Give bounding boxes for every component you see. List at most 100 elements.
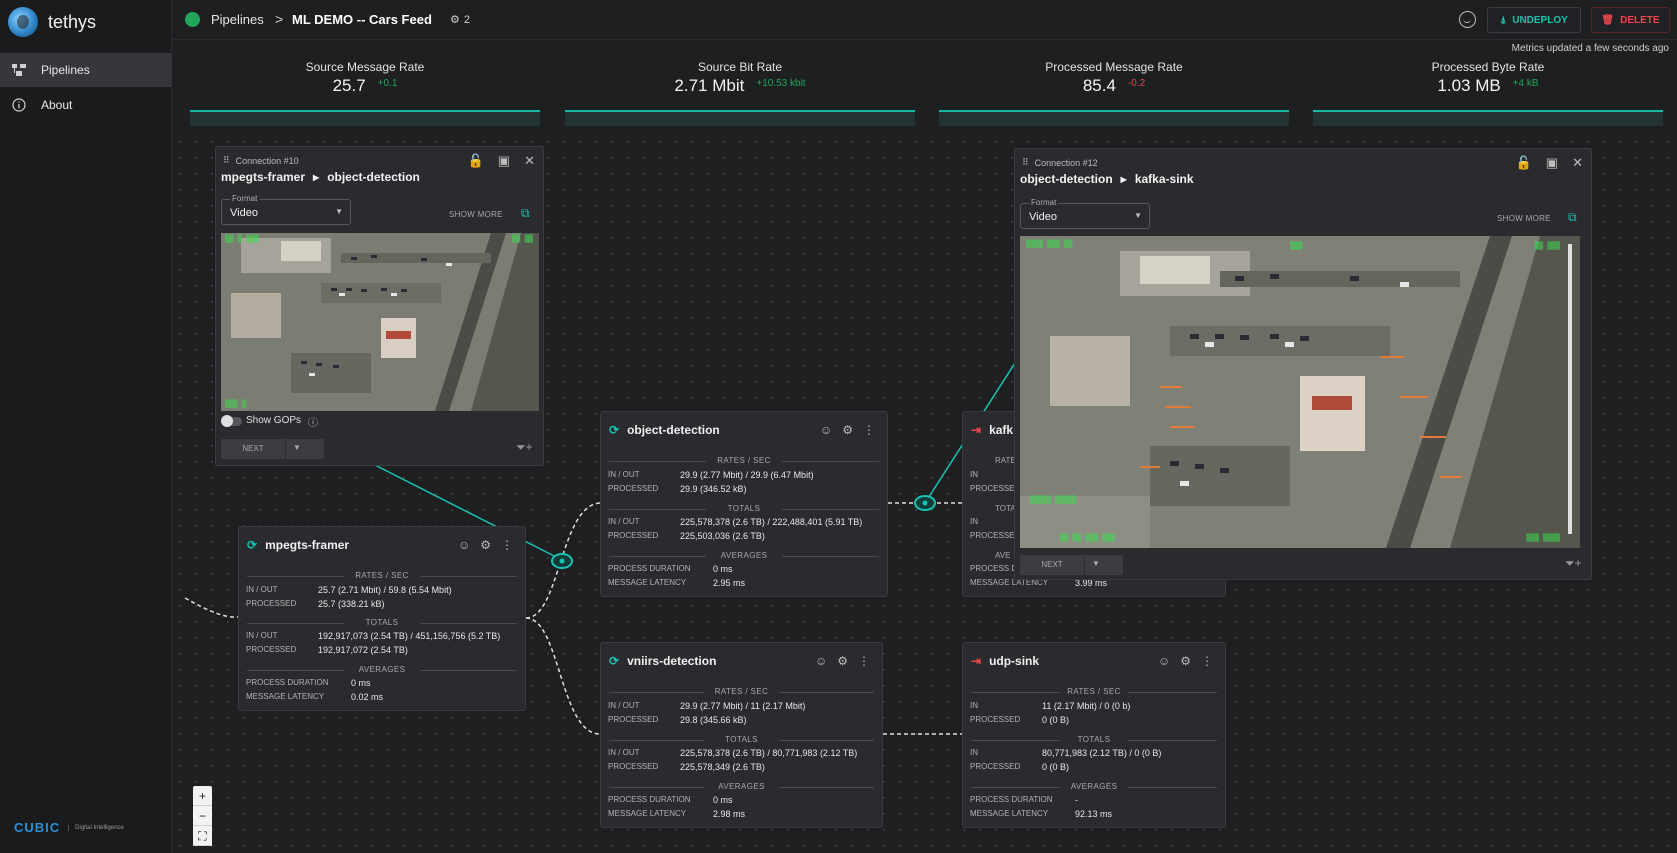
row-process-duration: PROCESS DURATION 0 ms [608,564,881,574]
more-vert-icon[interactable]: ⋮ [863,423,875,437]
more-vert-icon[interactable]: ⋮ [1201,654,1213,668]
row-key: PROCESSED [246,599,297,608]
row-key: IN / OUT [246,585,278,594]
row-in-out: IN / OUT 192,917,073 (2.54 TB) / 451,156,… [246,631,519,641]
metric-label: Source Message Rate [305,60,425,74]
filter-add-icon[interactable]: ⏷+ [1565,556,1582,571]
show-gops-toggle[interactable] [221,415,242,427]
breadcrumb-pipelines[interactable]: Pipelines [211,12,264,27]
more-vert-icon[interactable]: ⋮ [501,538,513,552]
row-in-out: IN / OUT 29.9 (2.77 Mbit) / 29.9 (6.47 Mb… [608,470,881,480]
next-button[interactable]: NEXT ▼ [221,439,324,459]
undeploy-button[interactable]: ⍋ UNDEPLOY [1487,7,1581,33]
connection-route: mpegts-framer ▶ object-detection [221,170,420,184]
video-preview: ▒▒▒▒ ▒▒▒ ▒▒ ▒▒▒ ▒▒ ▒▒▒ ▒▒▒▒▒ ▒▒▒▒▒ ▒▒ ▒▒… [1020,236,1580,548]
row-in-out: IN / OUT 29.9 (2.77 Mbit) / 11 (2.17 Mbit… [608,701,876,711]
filter-add-icon[interactable]: ⏷+ [516,440,533,455]
next-button[interactable]: NEXT ▼ [1020,555,1123,575]
section-rates: RATES / SEC [609,456,879,465]
export-icon[interactable]: ⧉ [1568,210,1577,225]
monitor-icon[interactable]: ☺ [820,423,832,437]
hud-overlay: ▒▒ ▒▒ [511,235,533,243]
show-more-button[interactable]: SHOW MORE [1497,214,1551,223]
gear-icon[interactable]: ⚙ [837,654,848,668]
lock-icon[interactable]: 🔓 [468,153,484,169]
info-icon[interactable]: ⓘ [308,414,318,429]
metric-sparkline [939,110,1289,126]
connection-route: object-detection ▶ kafka-sink [1020,172,1194,186]
chevron-down-icon[interactable]: ▼ [1092,559,1100,568]
section-averages: AVERAGES [247,665,517,674]
row-process-duration: PROCESS DURATION 0 ms [246,678,519,688]
replica-count: ⚙ 2 [450,13,470,27]
metric-sparkline [565,110,915,126]
node-udp-sink[interactable]: ⇥ udp-sink ☺ ⚙ ⋮ RATES / SEC IN 11 (2.17 Mbi… [962,642,1226,828]
connection-inspector-10[interactable]: ⠿ Connection #10 mpegts-framer ▶ object-det… [215,146,544,466]
metric-value: 25.7 [332,76,366,95]
row-value: 25.7 (2.71 Mbit) / 59.8 (5.54 Mbit) [318,585,452,595]
hud-overlay: ▒▒▒▒ ▒▒▒ ▒▒ [1026,240,1073,248]
format-select[interactable]: Format Video ▼ [221,194,351,225]
sidebar-item-pipelines[interactable]: Pipelines [0,53,172,87]
row-value: 2.98 ms [713,809,746,819]
close-icon[interactable]: ✕ [1572,155,1583,171]
show-more-button[interactable]: SHOW MORE [449,210,503,219]
hud-overlay: ▒▒▒ ▒ [225,400,247,408]
zoom-out-button[interactable]: − [193,806,212,826]
panel-toolbar: 🔓 ▣ ✕ [1516,155,1583,171]
drag-handle-icon[interactable]: ⠿ [1022,157,1029,168]
row-key: PROCESSED [246,645,297,654]
close-icon[interactable]: ✕ [524,153,535,169]
gear-icon[interactable]: ⚙ [480,538,491,552]
export-icon[interactable]: ⧉ [521,206,530,221]
button-divider [1084,555,1085,575]
panel-header: ⠿ Connection #12 [1022,157,1098,168]
connection-label: Connection #10 [235,155,299,166]
row-in: IN 80,771,983 (2.12 TB) / 0 (0 B) [970,748,1219,758]
row-key: PROCESSED [608,484,659,493]
row-process-duration: PROCESS DURATION 0 ms [608,795,876,805]
row-message-latency: MESSAGE LATENCY 0.02 ms [246,692,519,702]
connection-inspector-12[interactable]: ⠿ Connection #12 object-detection ▶ kafka-s… [1014,148,1592,580]
row-key: PROCESSED [970,762,1021,771]
row-key: MESSAGE LATENCY [246,692,325,701]
node-mpegts-framer[interactable]: ⟳ mpegts-framer ☺ ⚙ ⋮ RATES / SEC IN / OUT 2… [238,526,526,711]
row-value: 0 ms [713,564,733,574]
chevron-down-icon: ▼ [1134,211,1142,220]
row-key: IN [970,701,978,710]
node-name: kafk [989,423,1014,437]
picture-in-picture-icon[interactable]: ▣ [498,153,510,169]
brand[interactable]: tethys [8,6,96,38]
gear-icon[interactable]: ⚙ [1180,654,1191,668]
monitor-icon[interactable] [1459,11,1476,28]
row-key: PROCESS DURATION [608,795,691,804]
tethys-logo-icon [8,7,38,37]
picture-in-picture-icon[interactable]: ▣ [1546,155,1558,171]
row-value: 80,771,983 (2.12 TB) / 0 (0 B) [1042,748,1162,758]
monitor-icon[interactable]: ☺ [815,654,827,668]
monitor-icon[interactable]: ☺ [1158,654,1170,668]
chevron-down-icon[interactable]: ▼ [293,443,301,452]
sidebar-item-about[interactable]: About [0,88,172,122]
metric-source-bit-rate: Source Bit Rate 2.71 Mbit +10.53 kbit [565,58,915,128]
node-object-detection[interactable]: ⟳ object-detection ☺ ⚙ ⋮ RATES / SEC IN / O… [600,411,888,597]
delete-button[interactable]: 🗑 DELETE [1591,7,1670,33]
cubic-logo: CUBIC Digital Intelligence [14,820,124,835]
hud-overlay: ▒▒ ▒ ▒▒▒ [225,235,259,243]
section-rates: RATES / SEC [609,687,874,696]
drag-handle-icon[interactable]: ⠿ [223,155,230,166]
more-vert-icon[interactable]: ⋮ [858,654,870,668]
gear-icon[interactable]: ⚙ [842,423,853,437]
metric-sparkline [190,110,540,126]
row-key: IN / OUT [608,748,640,757]
row-value: 225,578,378 (2.6 TB) / 80,771,983 (2.12 … [680,748,858,758]
fit-view-button[interactable]: ⛶ [193,826,212,846]
lock-icon[interactable]: 🔓 [1516,155,1532,171]
format-select[interactable]: Format Video ▼ [1020,198,1150,229]
zoom-in-button[interactable]: + [193,786,212,806]
metric-delta: +10.53 kbit [756,78,806,89]
monitor-icon[interactable]: ☺ [458,538,470,552]
row-key: PROCESS DURATION [970,795,1053,804]
node-vniirs-detection[interactable]: ⟳ vniirs-detection ☺ ⚙ ⋮ RATES / SEC IN / O… [600,642,883,828]
aerial-frame-image [221,233,539,411]
